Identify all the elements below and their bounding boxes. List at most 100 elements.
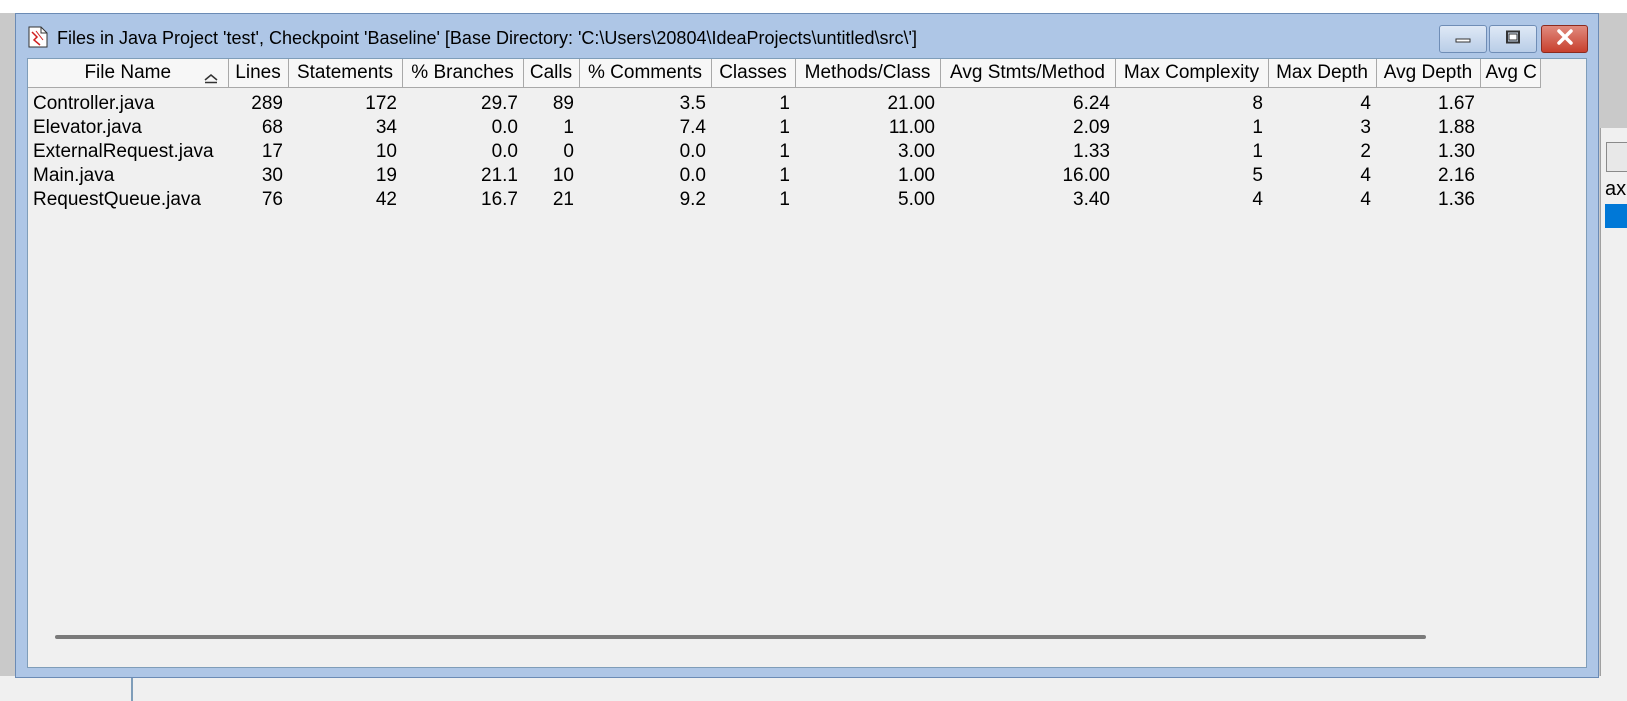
background-window-text: ax — [1605, 178, 1627, 200]
cell-lines: 76 — [261, 189, 283, 210]
column-header-branches[interactable]: % Branches — [402, 59, 524, 88]
cell-lines: 17 — [261, 141, 283, 162]
cell-max-depth: 4 — [1360, 189, 1371, 210]
table-header-row: File Name Lines Statements % Branches Ca… — [28, 59, 1541, 88]
cell-max-complexity: 1 — [1252, 141, 1263, 162]
background-top — [0, 0, 1627, 13]
column-header-avg-depth[interactable]: Avg Depth — [1376, 59, 1481, 88]
cell-max-depth: 2 — [1360, 141, 1371, 162]
cell-methods-per-class: 3.00 — [898, 141, 935, 162]
column-header-methods-per-class[interactable]: Methods/Class — [795, 59, 941, 88]
minimize-button[interactable] — [1439, 25, 1487, 53]
cell-statements: 19 — [375, 165, 397, 186]
cell-statements: 172 — [365, 93, 397, 114]
cell-statements: 10 — [375, 141, 397, 162]
column-header-avg-stmts-per-method[interactable]: Avg Stmts/Method — [940, 59, 1116, 88]
metrics-table: File Name Lines Statements % Branches Ca… — [28, 59, 1541, 212]
title-bar[interactable]: Files in Java Project 'test', Checkpoint… — [16, 14, 1598, 58]
cell-avg-complexity — [1480, 188, 1540, 212]
cell-methods-per-class: 11.00 — [888, 117, 935, 138]
column-header-max-depth[interactable]: Max Depth — [1268, 59, 1377, 88]
horizontal-scrollbar-thumb[interactable] — [55, 635, 1426, 639]
cell-classes: 1 — [779, 93, 790, 114]
column-header-avg-complexity[interactable]: Avg C — [1480, 59, 1541, 88]
cell-avg-stmts-per-method: 3.40 — [1073, 189, 1110, 210]
cell-max-depth: 4 — [1360, 165, 1371, 186]
cell-max-complexity: 5 — [1252, 165, 1263, 186]
cell-branches: 0.0 — [491, 117, 518, 138]
cell-statements: 42 — [375, 189, 397, 210]
close-icon — [1556, 28, 1574, 50]
cell-classes: 1 — [779, 165, 790, 186]
cell-avg-depth: 1.88 — [1438, 117, 1475, 138]
cell-avg-stmts-per-method: 2.09 — [1073, 117, 1110, 138]
background-window-button[interactable] — [1606, 142, 1627, 172]
cell-avg-complexity — [1480, 92, 1540, 116]
cell-branches: 29.7 — [481, 93, 518, 114]
table-row[interactable]: ExternalRequest.java 17 10 0.0 0 0.0 1 3… — [28, 140, 1540, 164]
cell-max-depth: 3 — [1360, 117, 1371, 138]
background-divider — [131, 676, 133, 701]
cell-file-name: Controller.java — [33, 93, 155, 114]
maximize-button[interactable] — [1489, 25, 1537, 53]
column-header-statements[interactable]: Statements — [288, 59, 403, 88]
cell-calls: 21 — [552, 189, 574, 210]
cell-file-name: RequestQueue.java — [33, 189, 201, 210]
background-bottom — [0, 676, 1627, 701]
cell-avg-depth: 1.67 — [1438, 93, 1475, 114]
column-header-lines[interactable]: Lines — [228, 59, 289, 88]
cell-branches: 16.7 — [481, 189, 518, 210]
cell-file-name: Elevator.java — [33, 117, 142, 138]
cell-methods-per-class: 1.00 — [898, 165, 935, 186]
horizontal-scrollbar[interactable] — [28, 625, 1586, 649]
table-row[interactable]: RequestQueue.java 76 42 16.7 21 9.2 1 5.… — [28, 188, 1540, 212]
column-header-calls[interactable]: Calls — [523, 59, 580, 88]
cell-max-complexity: 1 — [1252, 117, 1263, 138]
maximize-icon — [1505, 30, 1521, 49]
cell-avg-depth: 1.30 — [1438, 141, 1475, 162]
cell-avg-depth: 2.16 — [1438, 165, 1475, 186]
cell-classes: 1 — [779, 141, 790, 162]
cell-classes: 1 — [779, 117, 790, 138]
cell-file-name: ExternalRequest.java — [33, 141, 214, 162]
cell-max-complexity: 4 — [1252, 189, 1263, 210]
cell-comments: 3.5 — [679, 93, 706, 114]
sort-ascending-icon — [204, 68, 218, 87]
column-header-file-name[interactable]: File Name — [28, 59, 229, 88]
table-row[interactable]: Controller.java 289 172 29.7 89 3.5 1 21… — [28, 92, 1540, 116]
table-row[interactable]: Main.java 30 19 21.1 10 0.0 1 1.00 16.00… — [28, 164, 1540, 188]
cell-avg-complexity — [1480, 164, 1540, 188]
cell-avg-depth: 1.36 — [1438, 189, 1475, 210]
files-window: Files in Java Project 'test', Checkpoint… — [15, 13, 1599, 678]
cell-calls: 1 — [563, 117, 574, 138]
table-row[interactable]: Elevator.java 68 34 0.0 1 7.4 1 11.00 2.… — [28, 116, 1540, 140]
cell-comments: 9.2 — [679, 189, 706, 210]
window-title: Files in Java Project 'test', Checkpoint… — [57, 28, 917, 48]
cell-max-depth: 4 — [1360, 93, 1371, 114]
cell-branches: 0.0 — [491, 141, 518, 162]
cell-avg-stmts-per-method: 1.33 — [1073, 141, 1110, 162]
cell-lines: 289 — [251, 93, 283, 114]
cell-file-name: Main.java — [33, 165, 115, 186]
cell-methods-per-class: 21.00 — [887, 93, 935, 114]
cell-comments: 0.0 — [679, 165, 706, 186]
cell-comments: 0.0 — [679, 141, 706, 162]
cell-avg-complexity — [1480, 116, 1540, 140]
cell-calls: 10 — [552, 165, 574, 186]
column-header-comments[interactable]: % Comments — [579, 59, 712, 88]
background-selected-row[interactable] — [1605, 204, 1627, 228]
cell-branches: 21.1 — [481, 165, 518, 186]
column-header-classes[interactable]: Classes — [711, 59, 796, 88]
column-header-max-complexity[interactable]: Max Complexity — [1115, 59, 1269, 88]
cell-avg-stmts-per-method: 16.00 — [1062, 165, 1110, 186]
minimize-icon — [1455, 30, 1471, 48]
cell-calls: 89 — [552, 93, 574, 114]
cell-avg-complexity — [1480, 140, 1540, 164]
cell-comments: 7.4 — [679, 117, 706, 138]
cell-lines: 30 — [261, 165, 283, 186]
cell-lines: 68 — [261, 117, 283, 138]
cell-methods-per-class: 5.00 — [898, 189, 935, 210]
close-button[interactable] — [1541, 25, 1588, 53]
cell-avg-stmts-per-method: 6.24 — [1073, 93, 1110, 114]
cell-calls: 0 — [563, 141, 574, 162]
